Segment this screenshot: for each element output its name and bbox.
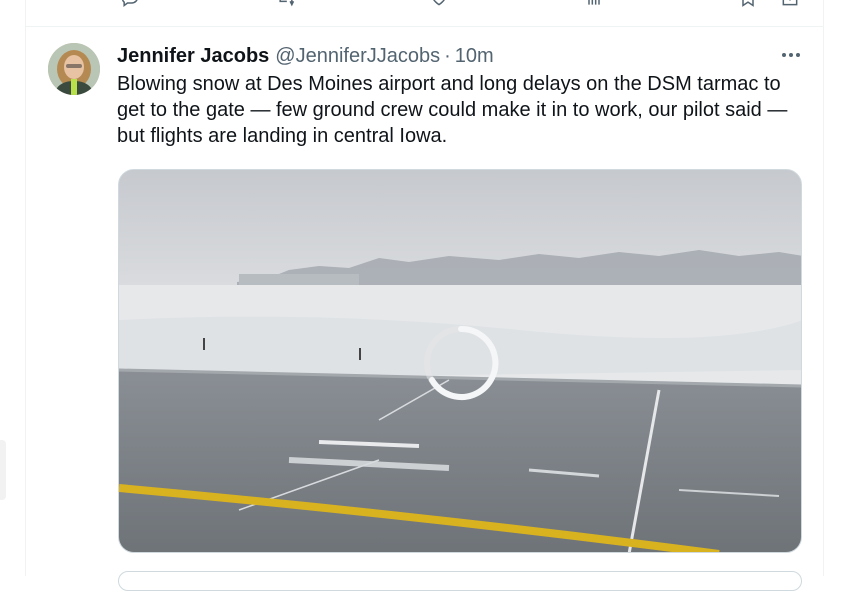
like-button[interactable] bbox=[429, 0, 449, 8]
more-options-button[interactable] bbox=[778, 45, 804, 65]
retweet-button[interactable] bbox=[276, 0, 296, 8]
reply-icon bbox=[121, 0, 138, 7]
author-name[interactable]: Jennifer Jacobs bbox=[117, 45, 269, 68]
avatar-photo bbox=[48, 43, 100, 95]
previous-tweet-action-bar bbox=[26, 0, 823, 14]
retweet-icon bbox=[279, 0, 295, 7]
avatar[interactable] bbox=[48, 43, 100, 95]
reply-button[interactable] bbox=[120, 0, 140, 8]
loading-spinner-icon bbox=[424, 325, 499, 400]
side-panel-edge bbox=[0, 440, 6, 500]
tweet-divider bbox=[26, 26, 823, 27]
tweet-text: Blowing snow at Des Moines airport and l… bbox=[117, 73, 788, 147]
bookmark-icon bbox=[742, 0, 754, 7]
views-icon bbox=[588, 0, 600, 5]
like-icon bbox=[433, 0, 445, 6]
timeline-left-border bbox=[25, 0, 26, 576]
share-icon bbox=[782, 0, 798, 6]
tweet-timestamp[interactable]: 10m bbox=[455, 45, 494, 68]
views-button[interactable] bbox=[584, 0, 604, 8]
next-card-edge bbox=[118, 571, 802, 591]
more-horizontal-icon bbox=[782, 53, 800, 57]
separator-dot: · bbox=[444, 44, 451, 67]
author-handle[interactable]: @JenniferJJacobs bbox=[275, 45, 440, 68]
share-button[interactable] bbox=[780, 0, 800, 8]
tweet-header: Jennifer Jacobs @JenniferJJacobs · 10m bbox=[117, 44, 494, 68]
tweet-video[interactable] bbox=[118, 169, 802, 553]
timeline-right-border bbox=[823, 0, 824, 576]
bookmark-button[interactable] bbox=[738, 0, 758, 8]
